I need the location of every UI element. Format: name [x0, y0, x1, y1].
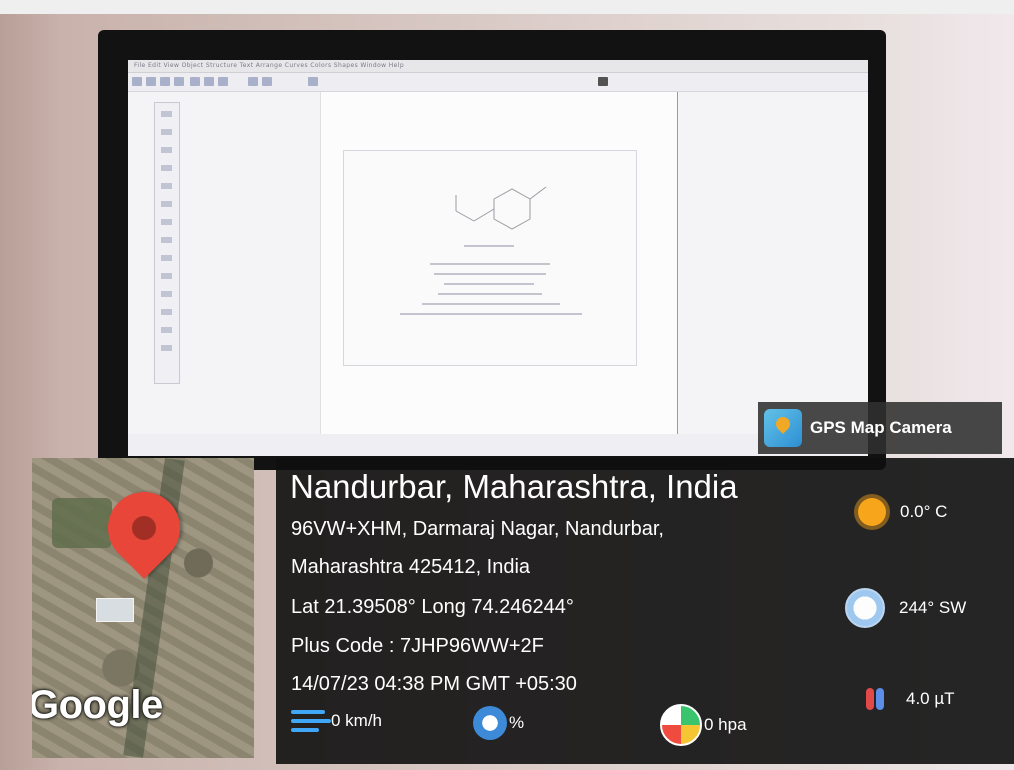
wind-direction-metric: 244° SW	[845, 588, 966, 628]
doc-text-line	[422, 303, 560, 305]
doc-text-line	[464, 245, 514, 247]
cut-icon[interactable]	[190, 77, 200, 86]
app-toolbar	[128, 73, 868, 92]
undo-icon[interactable]	[248, 77, 258, 86]
chemical-structure-icon	[455, 186, 547, 230]
shape-tool-icon[interactable]	[161, 327, 172, 333]
paste-icon[interactable]	[218, 77, 228, 86]
coordinates: Lat 21.39508° Long 74.246244°	[291, 596, 574, 618]
doc-text-line	[400, 313, 582, 315]
address-line-2: Maharashtra 425412, India	[291, 556, 531, 578]
location-title: Nandurbar, Maharashtra, India	[290, 468, 738, 505]
pressure-value: 0 hpa	[704, 715, 747, 734]
template-tool-icon[interactable]	[161, 291, 172, 297]
compass-icon	[845, 588, 885, 628]
wind-speed-value: 0 km/h	[331, 711, 383, 730]
copy-icon[interactable]	[204, 77, 214, 86]
humidity-icon	[473, 706, 507, 740]
temperature-metric: 0.0° C	[858, 498, 947, 526]
table-tool-icon[interactable]	[161, 309, 172, 315]
wind-speed-metric: 0 km/h	[291, 706, 382, 736]
pressure-metric: 0 hpa	[660, 704, 747, 746]
zoom-icon[interactable]	[308, 77, 318, 86]
arrow-tool-icon[interactable]	[161, 219, 172, 225]
color-icon[interactable]	[598, 77, 608, 86]
humidity-value: %	[509, 713, 525, 732]
app-titlebar: File Edit View Object Structure Text Arr…	[128, 60, 868, 73]
pressure-gauge-icon	[660, 704, 702, 746]
chain-tool-icon[interactable]	[161, 255, 172, 261]
app-menubar[interactable]: File Edit View Object Structure Text Arr…	[134, 62, 404, 69]
photo-top-edge	[0, 0, 1014, 14]
humidity-metric: %	[473, 706, 524, 740]
app-brand-badge: GPS Map Camera	[758, 402, 1002, 454]
open-icon[interactable]	[146, 77, 156, 86]
structure-drawing[interactable]	[343, 150, 637, 366]
redo-icon[interactable]	[262, 77, 272, 86]
orbital-tool-icon[interactable]	[161, 273, 172, 279]
plus-code: Plus Code : 7JHP96WW+2F	[291, 635, 544, 657]
map-thumbnail[interactable]: Google	[32, 458, 254, 758]
temperature-value: 0.0° C	[900, 502, 948, 521]
print-icon[interactable]	[174, 77, 184, 86]
new-icon[interactable]	[132, 77, 142, 86]
magnet-icon	[860, 684, 890, 714]
document-page	[320, 92, 678, 456]
tool-palette	[154, 102, 180, 384]
datetime: 14/07/23 04:38 PM GMT +05:30	[291, 673, 577, 695]
doc-text-line	[430, 263, 550, 265]
select-tool-icon[interactable]	[161, 111, 172, 117]
doc-text-line	[438, 293, 542, 295]
bracket-tool-icon[interactable]	[161, 237, 172, 243]
gps-camera-icon	[764, 409, 802, 447]
wind-direction-value: 244° SW	[899, 598, 967, 617]
lasso-tool-icon[interactable]	[161, 129, 172, 135]
monitor-screen: File Edit View Object Structure Text Arr…	[128, 60, 868, 456]
eraser-tool-icon[interactable]	[161, 201, 172, 207]
symbol-tool-icon[interactable]	[161, 345, 172, 351]
text-tool-icon[interactable]	[161, 183, 172, 189]
map-attribution: Google	[32, 683, 163, 727]
magnetic-field-metric: 4.0 µT	[860, 684, 955, 714]
sun-icon	[858, 498, 886, 526]
doc-text-line	[444, 283, 534, 285]
save-icon[interactable]	[160, 77, 170, 86]
bond-tool-icon[interactable]	[161, 147, 172, 153]
app-statusbar	[128, 434, 868, 456]
ring-tool-icon[interactable]	[161, 165, 172, 171]
wind-icon	[291, 706, 331, 736]
map-building	[96, 598, 134, 622]
map-field	[52, 498, 112, 548]
doc-text-line	[434, 273, 546, 275]
address-line-1: 96VW+XHM, Darmaraj Nagar, Nandurbar,	[291, 518, 664, 540]
magnetic-field-value: 4.0 µT	[906, 689, 955, 708]
app-name: GPS Map Camera	[810, 418, 952, 437]
